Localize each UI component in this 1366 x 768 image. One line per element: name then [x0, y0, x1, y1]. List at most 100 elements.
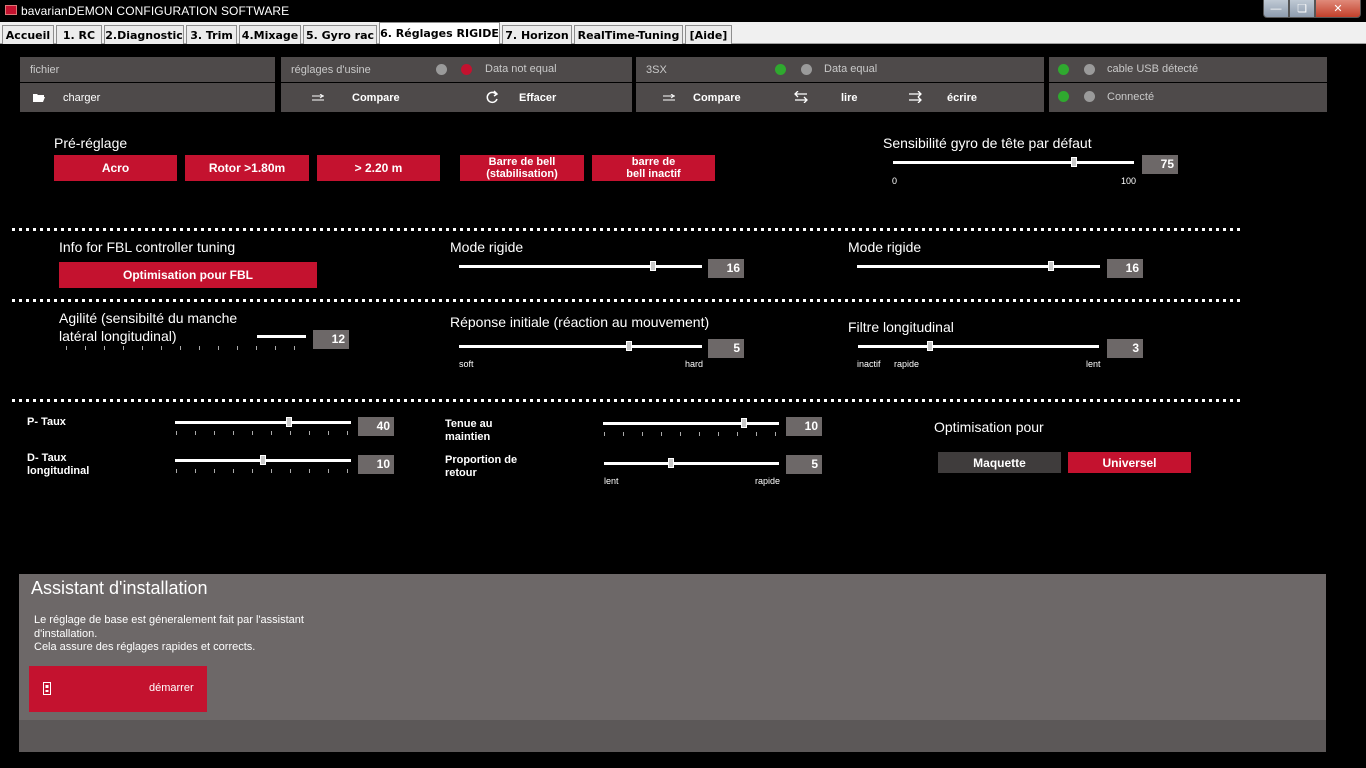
assistant-start-button[interactable]: démarrer — [29, 666, 207, 712]
app-window: bavarianDEMON CONFIGURATION SOFTWARE — ❏… — [0, 0, 1366, 768]
response-track — [459, 345, 702, 348]
filter-slider[interactable] — [927, 341, 934, 351]
optimise-maquette-button[interactable]: Maquette — [938, 452, 1061, 473]
model-compare-button[interactable]: Compare — [693, 92, 741, 104]
tab-diagnostic[interactable]: 2.Diagnostic — [104, 25, 184, 44]
connected-led-grey — [1084, 91, 1095, 102]
return-min: lent — [604, 476, 619, 486]
optimise-universel-button[interactable]: Universel — [1068, 452, 1191, 473]
section-separator — [12, 399, 1242, 402]
return-value[interactable]: 5 — [786, 455, 822, 474]
tab-mixage[interactable]: 4.Mixage — [239, 25, 301, 44]
d-rate-label-line2: longitudinal — [27, 465, 90, 477]
tab-realtime-tuning[interactable]: RealTime-Tuning — [574, 25, 683, 44]
window-controls: — ❏ ✕ — [1263, 0, 1361, 18]
p-rate-label: P- Taux — [27, 416, 66, 428]
assistant-footer — [19, 720, 1326, 752]
assistant-title: Assistant d'installation — [31, 578, 208, 598]
return-slider[interactable] — [667, 458, 674, 468]
usb-led-grey — [1084, 64, 1095, 75]
load-label: charger — [63, 92, 101, 104]
return-label-line2: retour — [445, 467, 477, 479]
tab-rc[interactable]: 1. RC — [56, 25, 102, 44]
load-button[interactable]: charger — [20, 84, 275, 112]
d-rate-slider[interactable] — [260, 455, 266, 465]
remote-control-icon — [43, 682, 51, 695]
d-rate-value[interactable]: 10 — [358, 455, 394, 474]
assistant-start-label: démarrer — [149, 682, 194, 694]
erase-button[interactable]: Effacer — [519, 92, 556, 104]
p-rate-slider[interactable] — [286, 417, 293, 427]
mode-rigide-1-slider[interactable] — [650, 261, 657, 271]
read-button[interactable]: lire — [841, 92, 858, 104]
model-led-green — [775, 64, 786, 75]
fbl-optimise-button[interactable]: Optimisation pour FBL — [59, 262, 317, 288]
assistant-text-line1: Le réglage de base est géneralement fait… — [34, 614, 304, 626]
hold-value[interactable]: 10 — [786, 417, 822, 436]
factory-compare-button[interactable]: Compare — [352, 92, 400, 104]
mode-rigide-2-value[interactable]: 16 — [1107, 259, 1143, 278]
model-led-grey — [801, 64, 812, 75]
erase-icon — [486, 90, 499, 104]
p-rate-value[interactable]: 40 — [358, 417, 394, 436]
model-panel: 3SX Data equal Compare lire écrire — [636, 57, 1044, 112]
response-min: soft — [459, 359, 474, 369]
p-rate-track — [175, 421, 351, 424]
compare-icon — [663, 94, 675, 101]
maximize-button[interactable]: ❏ — [1289, 0, 1315, 18]
main-content: fichier charger réglages d'usine Data no… — [0, 44, 1366, 768]
file-title: fichier — [30, 64, 60, 76]
tab-trim[interactable]: 3. Trim — [186, 25, 237, 44]
window-title: bavarianDEMON CONFIGURATION SOFTWARE — [21, 4, 290, 18]
filter-value[interactable]: 3 — [1107, 339, 1143, 358]
preset-rotor-180-button[interactable]: Rotor >1.80m — [185, 155, 309, 181]
preset-bell-stab-button[interactable]: Barre de bell (stabilisation) — [460, 155, 584, 181]
hold-label-line1: Tenue au — [445, 418, 493, 430]
preset-title: Pré-réglage — [54, 135, 128, 151]
response-max: hard — [685, 359, 704, 369]
read-icon — [794, 91, 808, 103]
assistant-text-line2: d'installation. — [34, 628, 98, 640]
gyro-default-track — [893, 161, 1134, 164]
hold-slider[interactable] — [740, 418, 747, 428]
response-value[interactable]: 5 — [708, 339, 744, 358]
tab-accueil[interactable]: Accueil — [2, 25, 54, 44]
mode-rigide-1-title: Mode rigide — [450, 239, 524, 255]
tab-horizon[interactable]: 7. Horizon — [502, 25, 572, 44]
agility-track — [257, 335, 306, 338]
response-slider[interactable] — [626, 341, 633, 351]
mode-rigide-2-track — [857, 265, 1100, 268]
section-separator — [12, 228, 1242, 231]
agility-value[interactable]: 12 — [313, 330, 349, 349]
hold-track — [603, 422, 779, 425]
gyro-default-slider[interactable] — [1070, 157, 1077, 167]
agility-title-line1: Agilité (sensibilté du manche — [59, 310, 238, 326]
return-label-line1: Proportion de — [445, 454, 518, 466]
mode-rigide-1-track — [459, 265, 702, 268]
preset-bell-off-button[interactable]: barre de bell inactif — [592, 155, 715, 181]
compare-icon — [312, 94, 324, 101]
factory-led-red — [461, 64, 472, 75]
hold-label-line2: maintien — [445, 431, 491, 443]
mode-rigide-2-slider[interactable] — [1048, 261, 1055, 271]
tab-aide[interactable]: [Aide] — [685, 25, 732, 44]
mode-rigide-1-value[interactable]: 16 — [708, 259, 744, 278]
connected-status: Connecté — [1107, 91, 1155, 103]
minimize-button[interactable]: — — [1263, 0, 1289, 18]
filter-track — [858, 345, 1099, 348]
app-icon — [5, 5, 17, 15]
usb-detected-status: cable USB détecté — [1107, 63, 1199, 75]
title-bar: bavarianDEMON CONFIGURATION SOFTWARE — ❏… — [0, 0, 1366, 22]
close-button[interactable]: ✕ — [1315, 0, 1361, 18]
folder-open-icon — [33, 94, 45, 102]
connected-led-green — [1058, 91, 1069, 102]
write-button[interactable]: écrire — [947, 92, 977, 104]
tab-reglages-rigide[interactable]: 6. Réglages RIGIDE — [379, 22, 500, 44]
factory-title: réglages d'usine — [291, 64, 371, 76]
tab-bar: Accueil 1. RC 2.Diagnostic 3. Trim 4.Mix… — [0, 22, 1366, 44]
gyro-default-value[interactable]: 75 — [1142, 155, 1178, 174]
preset-rotor-220-button[interactable]: > 2.20 m — [317, 155, 440, 181]
tab-gyro-rac[interactable]: 5. Gyro rac — [303, 25, 377, 44]
return-max: rapide — [755, 476, 781, 486]
preset-acro-button[interactable]: Acro — [54, 155, 177, 181]
